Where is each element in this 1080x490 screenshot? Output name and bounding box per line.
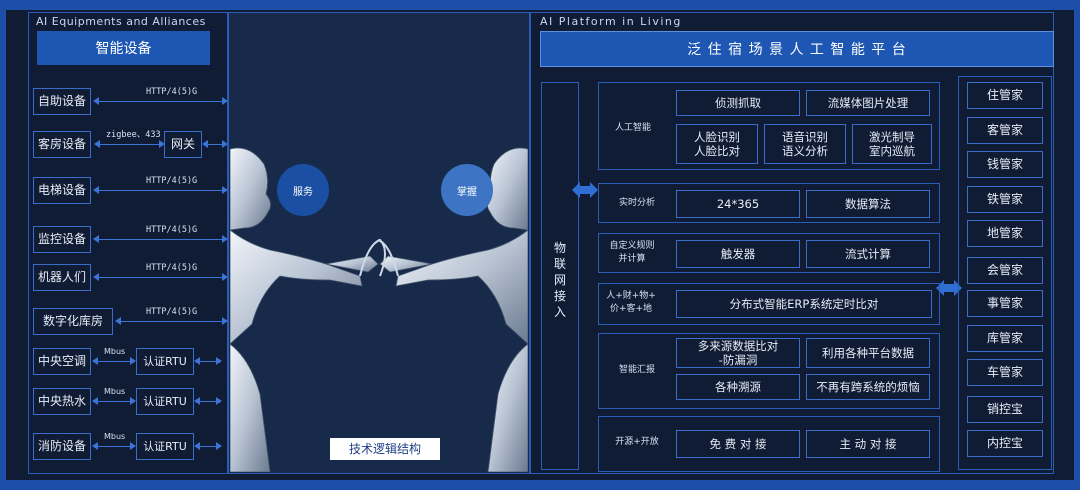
device-link (94, 140, 165, 148)
gateway-link-head-left (202, 140, 208, 148)
device-box: 监控设备 (33, 226, 91, 253)
device-link (93, 97, 228, 105)
device-box: 数字化库房 (33, 308, 113, 335)
section-cell: 数据算法 (806, 190, 930, 218)
rtu-box: 认证RTU (136, 388, 194, 415)
section-cell: 流媒体图片处理 (806, 90, 930, 116)
device-link-head-left (93, 186, 99, 194)
device-box: 消防设备 (33, 433, 91, 460)
structure-label: 技术逻辑结构 (330, 438, 440, 460)
device-protocol: Mbus (104, 387, 126, 396)
platform-caption: AI Platform in Living (540, 15, 682, 28)
device-protocol: HTTP/4(5)G (146, 87, 198, 97)
rtu-link-head-right (216, 357, 222, 365)
device-link-head-left (92, 442, 98, 450)
platform-title: 泛 住 宿 场 景 人 工 智 能 平 台 (540, 31, 1054, 67)
section-label: 实时分析 (618, 198, 655, 208)
device-link (92, 397, 136, 405)
rtu-link (194, 357, 222, 365)
device-link (92, 442, 136, 450)
device-link (115, 317, 228, 325)
rtu-link-head-left (194, 397, 200, 405)
rtu-link-head-left (194, 442, 200, 450)
section-label: 开源+开放 (615, 437, 659, 447)
section-cell: 多来源数据比对 -防漏洞 (676, 338, 800, 368)
device-protocol: HTTP/4(5)G (146, 176, 198, 186)
section-label: 自定义规则 并计算 (609, 241, 655, 264)
master-circle: 掌握 (441, 164, 493, 216)
section-cell: 分布式智能ERP系统定时比对 (676, 290, 932, 318)
device-box: 中央热水 (33, 388, 91, 415)
devices-title: 智能设备 (37, 31, 210, 65)
manager-box: 会管家 (967, 257, 1043, 284)
devices-caption: AI Equipments and Alliances (36, 15, 206, 28)
section-cell: 人脸识别 人脸比对 (676, 124, 758, 164)
rtu-box: 认证RTU (136, 433, 194, 460)
section-cell: 24*365 (676, 190, 800, 218)
section-cell: 激光制导 室内巡航 (852, 124, 932, 164)
device-link-head-left (92, 397, 98, 405)
device-protocol: zigbee、433 (106, 130, 161, 140)
device-link-head-left (93, 235, 99, 243)
manager-box: 铁管家 (967, 186, 1043, 213)
device-link-head-left (94, 140, 100, 148)
manager-box: 销控宝 (967, 396, 1043, 423)
device-link (93, 186, 228, 194)
manager-box: 客管家 (967, 117, 1043, 144)
device-link-head-left (92, 357, 98, 365)
device-protocol: Mbus (104, 432, 126, 441)
section-cell: 触发器 (676, 240, 800, 268)
rtu-link-head-right (216, 397, 222, 405)
device-link-head-left (93, 273, 99, 281)
device-protocol: HTTP/4(5)G (146, 225, 198, 235)
device-box: 电梯设备 (33, 177, 91, 204)
section-label: 人+财+物+ 价+客+地 (606, 291, 656, 314)
section-cell: 利用各种平台数据 (806, 338, 930, 368)
device-link-head-left (93, 97, 99, 105)
manager-box: 事管家 (967, 290, 1043, 317)
manager-box: 地管家 (967, 220, 1043, 247)
serve-circle: 服务 (277, 164, 329, 216)
manager-box: 库管家 (967, 325, 1043, 352)
device-link-head-left (115, 317, 121, 325)
device-link (93, 273, 228, 281)
section-label: 人工智能 (614, 123, 651, 133)
manager-box: 钱管家 (967, 151, 1043, 178)
device-protocol: HTTP/4(5)G (146, 307, 198, 317)
device-protocol: Mbus (104, 347, 126, 356)
device-box: 客房设备 (33, 131, 91, 158)
device-box: 自助设备 (33, 88, 91, 115)
section-cell: 侦测抓取 (676, 90, 800, 116)
device-protocol: HTTP/4(5)G (146, 263, 198, 273)
device-box: 中央空调 (33, 348, 91, 375)
rtu-link (194, 442, 222, 450)
section-cell: 主 动 对 接 (806, 430, 930, 458)
manager-box: 住管家 (967, 82, 1043, 109)
iot-to-ai-arrow (572, 182, 598, 198)
section-cell: 各种溯源 (676, 374, 800, 400)
device-box: 机器人们 (33, 264, 91, 291)
section-label: 智能汇报 (618, 365, 655, 375)
manager-box: 内控宝 (967, 430, 1043, 457)
section-cell: 语音识别 语义分析 (764, 124, 846, 164)
gateway-box: 网关 (164, 131, 202, 158)
rtu-link-head-left (194, 357, 200, 365)
rtu-link-head-right (216, 442, 222, 450)
section-cell: 免 费 对 接 (676, 430, 800, 458)
rtu-link (194, 397, 222, 405)
device-link (92, 357, 136, 365)
section-cell: 不再有跨系统的烦恼 (806, 374, 930, 400)
manager-box: 车管家 (967, 359, 1043, 386)
robot-illustration (230, 147, 528, 472)
device-link (93, 235, 228, 243)
rtu-box: 认证RTU (136, 348, 194, 375)
iot-label: 物联网接入 (553, 241, 566, 319)
gateway-link (202, 140, 228, 148)
section-cell: 流式计算 (806, 240, 930, 268)
